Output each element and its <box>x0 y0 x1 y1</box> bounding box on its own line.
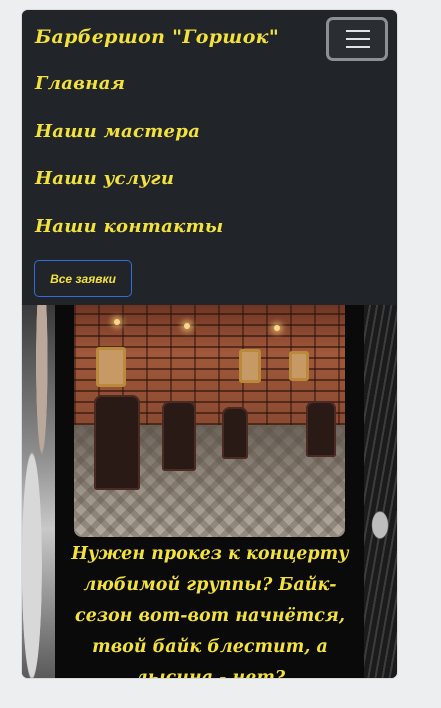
hamburger-icon-line <box>346 38 370 40</box>
nav-link-home[interactable]: Главная <box>35 73 125 94</box>
navbar: Барбершоп "Горшок" Главная Наши мастера … <box>22 10 397 305</box>
photo-mirror <box>96 347 126 387</box>
hero-side-image-left <box>22 305 55 678</box>
navbar-brand[interactable]: Барбершоп "Горшок" <box>35 26 279 48</box>
photo-barber-chair <box>94 395 140 490</box>
nav-link-contacts[interactable]: Наши контакты <box>35 216 224 237</box>
hamburger-icon <box>346 30 370 32</box>
photo-mirror <box>289 351 309 381</box>
hero-card: Нужен прокез к концерту любимой группы? … <box>55 305 364 678</box>
photo-barber-chair <box>162 401 196 471</box>
photo-barber-chair <box>306 401 336 457</box>
photo-barber-chair <box>222 407 248 459</box>
photo-lamp <box>184 323 190 329</box>
promo-text: Нужен прокез к концерту любимой группы? … <box>71 544 349 678</box>
photo-mirror <box>239 349 261 383</box>
photo-lamp <box>274 325 280 331</box>
nav-link-services[interactable]: Наши услуги <box>35 168 174 189</box>
all-requests-button[interactable]: Все заявки <box>34 260 132 297</box>
photo-lamp <box>114 319 120 325</box>
navbar-toggler-button[interactable] <box>326 17 388 61</box>
nav-link-masters[interactable]: Наши мастера <box>35 121 200 142</box>
barbershop-photo <box>74 305 345 537</box>
hamburger-icon-line <box>346 46 370 48</box>
hero-side-image-right <box>364 305 397 678</box>
hero-section: Нужен прокез к концерту любимой группы? … <box>22 305 397 678</box>
site-frame: Барбершоп "Горшок" Главная Наши мастера … <box>22 10 397 678</box>
